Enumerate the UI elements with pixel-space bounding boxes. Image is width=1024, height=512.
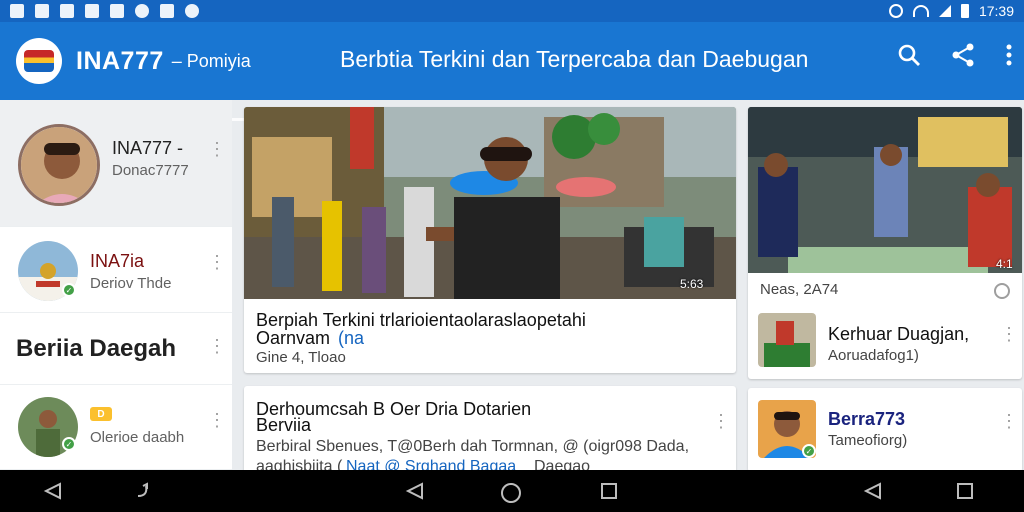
signal-icon xyxy=(938,5,951,17)
sidebar-item-subtitle: Donac7777 xyxy=(112,162,189,179)
notification-icon xyxy=(85,4,99,18)
app-bar: INA777 – Pomiyia Berbtia Terkini dan Ter… xyxy=(0,22,1024,122)
sidebar-item[interactable]: ✓ D Olerioe daabh ⋮ xyxy=(0,385,232,470)
alarm-icon xyxy=(888,4,903,18)
article-thumbnail xyxy=(758,313,816,367)
status-time: 17:39 xyxy=(978,3,1014,19)
article-title-line: Oarnvam xyxy=(256,328,331,348)
notification-icon xyxy=(35,4,49,18)
notification-icon xyxy=(10,4,24,18)
status-bar: 17:39 xyxy=(0,0,1024,22)
article-subtitle: Aoruadafog1) xyxy=(828,347,919,364)
play-icon[interactable] xyxy=(994,283,1010,299)
home-icon[interactable] xyxy=(500,482,522,509)
sidebar-item[interactable]: ✓ INA7ia Deriov Thde ⋮ xyxy=(0,227,232,313)
more-vert-icon[interactable]: ⋮ xyxy=(1000,325,1018,343)
article-card[interactable]: Derhoumcsah B Oer Dria Dotarien Berviia … xyxy=(244,386,736,476)
wifi-icon xyxy=(912,5,929,17)
article-card[interactable]: ✓ Berra773 Tameofiorg) ⋮ xyxy=(748,388,1022,472)
article-title-line: Berviia xyxy=(256,415,312,435)
rotate-icon[interactable] xyxy=(134,482,152,505)
search-icon[interactable] xyxy=(896,42,922,68)
recents-icon[interactable] xyxy=(600,482,618,505)
more-vert-icon[interactable]: ⋮ xyxy=(208,253,226,271)
video-duration: 4:1 xyxy=(996,257,1013,271)
article-date: Neas, 2A74 xyxy=(760,281,839,298)
sidebar-item[interactable]: Beriia Daegah ⋮ xyxy=(0,313,232,385)
more-vert-icon[interactable]: ⋮ xyxy=(208,337,226,355)
back-icon[interactable] xyxy=(42,482,62,505)
notification-icon xyxy=(135,4,149,18)
more-vert-icon[interactable]: ⋮ xyxy=(208,411,226,429)
video-duration: 5:63 xyxy=(680,277,704,291)
verified-badge-icon: ✓ xyxy=(62,283,76,297)
navigation-bar xyxy=(0,470,1024,512)
article-subtitle: Tameofiorg) xyxy=(828,432,908,449)
notification-icon xyxy=(160,4,174,18)
article-title: Kerhuar Duagjan, xyxy=(828,324,970,344)
notification-icon xyxy=(110,4,124,18)
more-vert-icon[interactable] xyxy=(1004,42,1014,68)
label-badge: D xyxy=(90,407,112,421)
verified-badge-icon: ✓ xyxy=(802,444,816,458)
article-link[interactable]: (na xyxy=(338,329,364,347)
avatar xyxy=(18,124,100,206)
verified-badge-icon: ✓ xyxy=(62,437,76,451)
app-subtitle: – Pomiyia xyxy=(171,50,251,71)
article-image: 5:63 xyxy=(244,107,736,299)
sidebar-item-profile[interactable]: INA777 - Donac7777 ⋮ xyxy=(0,100,232,227)
sidebar-item-title: INA7ia xyxy=(90,251,145,271)
sidebar-item-title: INA777 - xyxy=(112,138,184,158)
more-vert-icon[interactable]: ⋮ xyxy=(712,412,730,430)
sidebar-item-subtitle: Deriov Thde xyxy=(90,275,172,292)
recents-icon[interactable] xyxy=(956,482,974,505)
sidebar-item-subtitle: Olerioe daabh xyxy=(90,429,185,446)
sidebar: INA777 - Donac7777 ⋮ ✓ INA7ia Deriov Thd… xyxy=(0,100,232,470)
back-icon[interactable] xyxy=(404,482,424,505)
share-icon[interactable] xyxy=(950,42,976,68)
article-excerpt: Berbiral Sbenues, T@0Berh dah Tormnan, @… xyxy=(256,438,690,455)
more-vert-icon[interactable]: ⋮ xyxy=(1000,412,1018,430)
article-title: Berra773 xyxy=(828,409,906,429)
battery-icon xyxy=(960,4,969,18)
article-card[interactable]: 4:1 Neas, 2A74 Kerhuar Duagjan, Aoruadaf… xyxy=(748,107,1022,379)
image-icon xyxy=(60,4,74,18)
back-icon[interactable] xyxy=(862,482,882,505)
more-vert-icon[interactable]: ⋮ xyxy=(208,140,226,158)
app-title: INA777 xyxy=(76,46,164,75)
notification-icon xyxy=(185,4,199,18)
page-headline: Berbtia Terkini dan Terpercaba dan Daebu… xyxy=(340,46,809,72)
article-title-line: Berpiah Terkini trlarioientaolaraslaopet… xyxy=(256,310,586,330)
sidebar-section-title: Beriia Daegah xyxy=(16,335,177,362)
app-logo[interactable] xyxy=(16,38,62,84)
article-image: 4:1 xyxy=(748,107,1022,273)
featured-article-card[interactable]: 5:63 Berpiah Terkini trlarioientaolarasl… xyxy=(244,107,736,373)
article-meta: Gine 4, Tloao xyxy=(256,349,346,366)
